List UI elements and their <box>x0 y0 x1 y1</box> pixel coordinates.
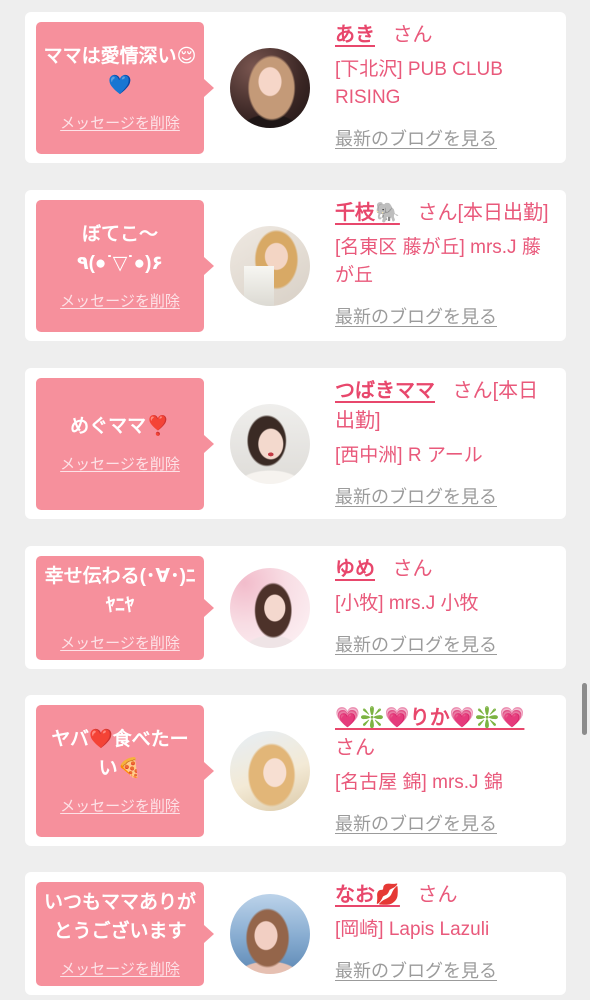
store-location: [西中洲] R アール <box>335 445 483 466</box>
cast-info: 💗❇️💗りか💗❇️💗 さん [名古屋 錦] mrs.J 錦 最新のブログを見る <box>335 703 556 837</box>
message-bubble: ぼてこ〜٩(●˙▽˙●)۶ メッセージを削除 <box>36 200 214 332</box>
message-card: ヤバ❤️食べたーい🍕 メッセージを削除 💗❇️💗りか💗❇️💗 さん [名古屋 錦… <box>25 695 566 846</box>
name-line: 千枝🐘 さん[本日出勤] <box>335 198 556 228</box>
avatar[interactable] <box>230 731 310 811</box>
message-bubble: ヤバ❤️食べたーい🍕 メッセージを削除 <box>36 705 214 837</box>
latest-blog-link[interactable]: 最新のブログを見る <box>335 811 497 837</box>
name-line: 💗❇️💗りか💗❇️💗 さん <box>335 703 556 763</box>
honorific: さん <box>417 884 458 906</box>
delete-message-link[interactable]: メッセージを削除 <box>60 796 180 818</box>
message-bubble: めぐママ❣️ メッセージを削除 <box>36 378 214 510</box>
message-text: ぼてこ〜٩(●˙▽˙●)۶ <box>76 223 164 274</box>
cast-info: あき さん [下北沢] PUB CLUB RISING 最新のブログを見る <box>335 20 556 154</box>
store-location: [名古屋 錦] mrs.J 錦 <box>335 772 503 793</box>
latest-blog-link[interactable]: 最新のブログを見る <box>335 304 497 330</box>
latest-blog-link[interactable]: 最新のブログを見る <box>335 632 497 658</box>
message-card: ぼてこ〜٩(●˙▽˙●)۶ メッセージを削除 千枝🐘 さん[本日出勤] [名東区… <box>25 190 566 341</box>
message-text: ヤバ❤️食べたーい🍕 <box>51 728 189 779</box>
cast-info: なお💋 さん [岡崎] Lapis Lazuli 最新のブログを見る <box>335 880 556 986</box>
message-card: ママは愛情深い😌💙 メッセージを削除 あき さん [下北沢] PUB CLUB … <box>25 12 566 163</box>
message-text: めぐママ❣️ <box>70 416 170 437</box>
name-line: なお💋 さん <box>335 880 556 910</box>
message-bubble: ママは愛情深い😌💙 メッセージを削除 <box>36 22 214 154</box>
store-location: [名東区 藤が丘] mrs.J 藤が丘 <box>335 237 541 286</box>
cast-name-link[interactable]: 💗❇️💗りか💗❇️💗 <box>335 707 524 729</box>
message-bubble: 幸せ伝わる(･∀･)ﾆﾔﾆﾔ メッセージを削除 <box>36 556 214 660</box>
avatar[interactable] <box>230 404 310 484</box>
avatar[interactable] <box>230 226 310 306</box>
cast-name-link[interactable]: つばきママ <box>335 380 435 402</box>
name-line: つばきママ さん[本日出勤] <box>335 376 556 436</box>
delete-message-link[interactable]: メッセージを削除 <box>60 959 180 981</box>
message-card: いつもママありがとうございます メッセージを削除 なお💋 さん [岡崎] Lap… <box>25 872 566 995</box>
avatar[interactable] <box>230 48 310 128</box>
attendance-status: [本日出勤] <box>457 202 549 224</box>
cast-name-link[interactable]: ゆめ <box>335 558 375 580</box>
cast-name-link[interactable]: なお💋 <box>335 884 400 906</box>
message-text: いつもママありがとうございます <box>43 891 196 942</box>
honorific: さん <box>392 24 433 46</box>
avatar[interactable] <box>230 894 310 974</box>
delete-message-link[interactable]: メッセージを削除 <box>60 454 180 476</box>
store-location: [下北沢] PUB CLUB RISING <box>335 59 503 108</box>
cast-info: 千枝🐘 さん[本日出勤] [名東区 藤が丘] mrs.J 藤が丘 最新のブログを… <box>335 198 556 332</box>
honorific: さん <box>335 737 375 759</box>
message-list: ママは愛情深い😌💙 メッセージを削除 あき さん [下北沢] PUB CLUB … <box>25 12 566 995</box>
avatar[interactable] <box>230 568 310 648</box>
scrollbar-thumb[interactable] <box>582 683 587 735</box>
store-location: [岡崎] Lapis Lazuli <box>335 919 490 940</box>
cast-name-link[interactable]: 千枝🐘 <box>335 202 400 224</box>
store-location: [小牧] mrs.J 小牧 <box>335 593 479 614</box>
cast-info: ゆめ さん [小牧] mrs.J 小牧 最新のブログを見る <box>335 554 556 660</box>
message-bubble: いつもママありがとうございます メッセージを削除 <box>36 882 214 986</box>
message-card: 幸せ伝わる(･∀･)ﾆﾔﾆﾔ メッセージを削除 ゆめ さん [小牧] mrs.J… <box>25 546 566 669</box>
delete-message-link[interactable]: メッセージを削除 <box>60 291 180 313</box>
latest-blog-link[interactable]: 最新のブログを見る <box>335 126 497 152</box>
honorific: さん <box>452 380 493 402</box>
honorific: さん <box>417 202 458 224</box>
delete-message-link[interactable]: メッセージを削除 <box>60 633 180 655</box>
latest-blog-link[interactable]: 最新のブログを見る <box>335 484 497 510</box>
message-text: ママは愛情深い😌💙 <box>43 45 197 96</box>
message-text: 幸せ伝わる(･∀･)ﾆﾔﾆﾔ <box>44 565 196 616</box>
cast-info: つばきママ さん[本日出勤] [西中洲] R アール 最新のブログを見る <box>335 376 556 510</box>
honorific: さん <box>392 558 433 580</box>
cast-name-link[interactable]: あき <box>335 24 375 46</box>
delete-message-link[interactable]: メッセージを削除 <box>60 113 180 135</box>
latest-blog-link[interactable]: 最新のブログを見る <box>335 958 497 984</box>
name-line: あき さん <box>335 20 556 50</box>
name-line: ゆめ さん <box>335 554 556 584</box>
message-card: めぐママ❣️ メッセージを削除 つばきママ さん[本日出勤] [西中洲] R ア… <box>25 368 566 519</box>
